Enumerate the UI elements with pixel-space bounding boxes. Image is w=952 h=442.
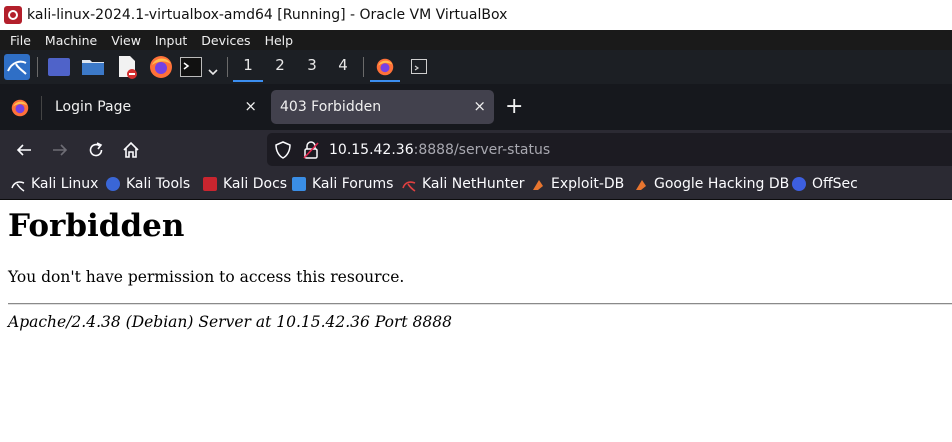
firefox-view-icon[interactable] xyxy=(11,99,29,117)
active-task-indicator xyxy=(370,80,400,82)
menu-help[interactable]: Help xyxy=(265,33,294,48)
tab-title: 403 Forbidden xyxy=(280,99,382,115)
vbox-title-bar: kali-linux-2024.1-virtualbox-amd64 [Runn… xyxy=(0,0,952,30)
url-text[interactable]: 10.15.42.36:8888/server-status xyxy=(329,142,550,158)
close-tab-icon[interactable]: × xyxy=(473,97,486,115)
menu-devices[interactable]: Devices xyxy=(201,33,250,48)
tab-403-forbidden[interactable]: 403 Forbidden × xyxy=(271,90,494,124)
bookmark-kali-tools[interactable]: Kali Tools xyxy=(106,176,190,192)
url-bar[interactable]: 10.15.42.36:8888/server-status xyxy=(267,133,952,166)
tab-login-page[interactable]: Login Page × xyxy=(45,90,265,124)
show-desktop-icon[interactable] xyxy=(48,58,70,76)
text-editor-icon[interactable] xyxy=(116,55,138,79)
page-heading: Forbidden xyxy=(8,208,185,244)
bookmark-kali-nethunter[interactable]: Kali NetHunter xyxy=(402,176,524,192)
window-title: kali-linux-2024.1-virtualbox-amd64 [Runn… xyxy=(27,7,508,23)
reload-icon[interactable] xyxy=(87,141,105,159)
firefox-tab-bar: Login Page × 403 Forbidden × + xyxy=(0,84,952,130)
ghdb-icon xyxy=(634,177,648,191)
kali-panel: 1 2 3 4 xyxy=(0,50,952,84)
vbox-menubar: File Machine View Input Devices Help xyxy=(0,30,952,50)
exploit-db-icon xyxy=(531,177,545,191)
kali-docs-icon xyxy=(203,177,217,191)
page-content: Forbidden You don't have permission to a… xyxy=(0,200,952,442)
close-tab-icon[interactable]: × xyxy=(244,97,257,115)
active-workspace-indicator xyxy=(233,80,263,82)
firefox-launcher-icon[interactable] xyxy=(149,55,173,79)
chevron-down-icon[interactable] xyxy=(207,62,219,76)
bookmark-google-hacking-db[interactable]: Google Hacking DB xyxy=(634,176,789,192)
new-tab-button[interactable]: + xyxy=(505,94,523,120)
panel-separator xyxy=(37,57,38,77)
bookmarks-toolbar: Kali Linux Kali Tools Kali Docs Kali For… xyxy=(0,170,952,200)
offsec-icon xyxy=(792,177,806,191)
kali-dragon-icon xyxy=(11,177,25,192)
bookmark-offsec[interactable]: OffSec xyxy=(792,176,858,192)
panel-separator xyxy=(363,57,364,77)
virtualbox-logo-icon xyxy=(4,6,22,24)
file-manager-icon[interactable] xyxy=(81,56,105,76)
insecure-lock-icon[interactable] xyxy=(303,141,319,159)
navigation-toolbar: 10.15.42.36:8888/server-status xyxy=(0,130,952,170)
nethunter-icon xyxy=(402,177,416,192)
tab-separator xyxy=(41,96,42,120)
url-host: 10.15.42.36 xyxy=(329,142,414,158)
kali-tools-icon xyxy=(106,177,120,191)
bookmark-kali-linux[interactable]: Kali Linux xyxy=(11,176,98,192)
workspace-3[interactable]: 3 xyxy=(301,56,323,74)
bookmark-exploit-db[interactable]: Exploit-DB xyxy=(531,176,624,192)
bookmark-kali-docs[interactable]: Kali Docs xyxy=(203,176,287,192)
url-path: :8888/server-status xyxy=(413,142,551,158)
back-arrow-icon[interactable] xyxy=(15,141,33,159)
terminal-launcher-icon[interactable] xyxy=(180,57,202,77)
menu-file[interactable]: File xyxy=(10,33,31,48)
taskbar-terminal-icon[interactable] xyxy=(411,59,427,74)
workspace-2[interactable]: 2 xyxy=(269,56,291,74)
taskbar-firefox-icon[interactable] xyxy=(376,58,394,76)
kali-menu-icon[interactable] xyxy=(4,54,30,80)
horizontal-rule xyxy=(8,303,952,305)
workspace-1[interactable]: 1 xyxy=(237,56,259,74)
panel-separator xyxy=(227,57,228,77)
menu-view[interactable]: View xyxy=(111,33,141,48)
menu-machine[interactable]: Machine xyxy=(45,33,97,48)
forward-arrow-icon[interactable] xyxy=(51,141,69,159)
menu-input[interactable]: Input xyxy=(155,33,187,48)
kali-forums-icon xyxy=(292,177,306,191)
tab-title: Login Page xyxy=(55,99,132,115)
home-icon[interactable] xyxy=(122,141,140,159)
workspace-4[interactable]: 4 xyxy=(332,56,354,74)
bookmark-kali-forums[interactable]: Kali Forums xyxy=(292,176,393,192)
server-signature: Apache/2.4.38 (Debian) Server at 10.15.4… xyxy=(8,313,452,331)
error-message: You don't have permission to access this… xyxy=(8,268,405,286)
shield-icon[interactable] xyxy=(275,141,291,159)
